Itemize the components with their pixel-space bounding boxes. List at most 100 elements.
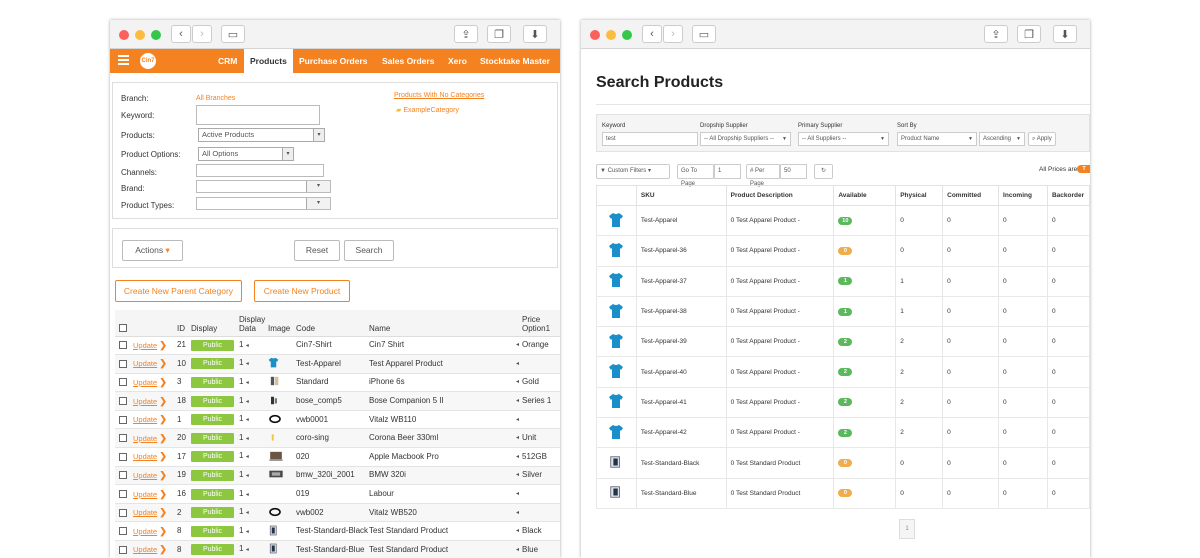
- public-badge[interactable]: Public: [191, 358, 234, 370]
- nav-xero[interactable]: Xero: [448, 49, 467, 73]
- keyword-input[interactable]: [196, 105, 320, 125]
- product-options-select[interactable]: All Options ▾: [198, 147, 294, 161]
- create-parent-category-button[interactable]: Create New Parent Category: [115, 280, 242, 302]
- public-badge[interactable]: Public: [191, 469, 234, 481]
- chevron-right-icon[interactable]: ❯: [159, 451, 167, 461]
- chevron-right-icon[interactable]: ❯: [159, 507, 167, 517]
- create-product-button[interactable]: Create New Product: [254, 280, 350, 302]
- row-checkbox[interactable]: [119, 452, 127, 461]
- search-button[interactable]: Search: [344, 240, 394, 261]
- sku-link[interactable]: Test-Standard-Blue: [635, 477, 727, 509]
- sku-link[interactable]: Test-Apparel-41: [635, 386, 727, 419]
- download-icon[interactable]: ⬇: [1053, 25, 1077, 43]
- update-link[interactable]: Update: [133, 527, 157, 536]
- col-id[interactable]: ID: [177, 310, 191, 337]
- minimize-window-button[interactable]: [135, 30, 145, 40]
- custom-filters-button[interactable]: ▼ Custom Filters ▾: [596, 164, 670, 179]
- update-link[interactable]: Update: [133, 415, 157, 424]
- table-row[interactable]: Update ❯ 1 Public 1 ◂ vwb0001 Vitalz WB110 ◂: [115, 410, 560, 430]
- update-link[interactable]: Update: [133, 471, 157, 480]
- reset-button[interactable]: Reset: [294, 240, 340, 261]
- brand-combo[interactable]: ▾: [196, 180, 331, 193]
- select-all-checkbox[interactable]: [115, 310, 133, 337]
- update-link[interactable]: Update: [133, 490, 157, 499]
- chevron-right-icon[interactable]: ❯: [159, 489, 167, 499]
- col-display[interactable]: Display: [191, 310, 239, 337]
- col-code[interactable]: Code: [296, 310, 369, 337]
- sku-link[interactable]: Test-Apparel-42: [635, 417, 727, 449]
- table-row[interactable]: Update ❯ 18 Public 1 ◂ bose_comp5 Bose Compan…: [115, 391, 560, 411]
- update-link[interactable]: Update: [133, 545, 157, 554]
- primary-supplier-select[interactable]: -- All Suppliers -- ▼: [798, 132, 889, 146]
- forward-icon[interactable]: ›: [192, 25, 212, 43]
- update-link[interactable]: Update: [133, 341, 157, 350]
- col-backorder[interactable]: Backorder: [1046, 185, 1090, 206]
- chevron-right-icon[interactable]: ❯: [159, 526, 167, 536]
- table-row[interactable]: Test-Apparel 0 Test Apparel Product -10 0 0…: [596, 204, 1090, 237]
- branch-value-link[interactable]: All Branches: [196, 95, 235, 102]
- col-sku[interactable]: SKU: [635, 185, 727, 206]
- menu-icon[interactable]: [118, 55, 129, 66]
- sort-direction-select[interactable]: Ascending ▼: [979, 132, 1025, 146]
- share-icon[interactable]: ⇪: [454, 25, 478, 43]
- refresh-icon[interactable]: ↻: [814, 164, 833, 179]
- table-row[interactable]: Test-Standard-Blue 0 Test Standard Produc…: [596, 477, 1090, 509]
- chevron-right-icon[interactable]: ❯: [159, 544, 167, 554]
- pagination-page-1[interactable]: 1: [899, 519, 915, 539]
- row-checkbox[interactable]: [119, 471, 127, 480]
- update-link[interactable]: Update: [133, 434, 157, 443]
- product-types-combo[interactable]: ▾: [196, 197, 331, 210]
- table-row[interactable]: Test-Apparel-42 0 Test Apparel Product -2…: [596, 417, 1090, 449]
- chevron-right-icon[interactable]: ❯: [159, 358, 167, 368]
- tabs-icon[interactable]: ❐: [487, 25, 511, 43]
- public-badge[interactable]: Public: [191, 451, 234, 463]
- apply-button[interactable]: ⌕ Apply: [1028, 132, 1056, 146]
- public-badge[interactable]: Public: [191, 376, 234, 388]
- chevron-right-icon[interactable]: ❯: [159, 470, 167, 480]
- share-icon[interactable]: ⇪: [984, 25, 1008, 43]
- sku-link[interactable]: Test-Standard-Black: [635, 447, 727, 479]
- sku-link[interactable]: Test-Apparel-38: [635, 295, 727, 328]
- chevron-right-icon[interactable]: ❯: [159, 433, 167, 443]
- public-badge[interactable]: Public: [191, 395, 234, 407]
- sku-link[interactable]: Test-Apparel-37: [635, 265, 727, 297]
- nav-purchase-orders[interactable]: Purchase Orders: [299, 49, 368, 73]
- update-link[interactable]: Update: [133, 508, 157, 517]
- keyword-input[interactable]: test: [602, 132, 698, 146]
- cin7-logo[interactable]: Cin7: [140, 53, 156, 69]
- row-checkbox[interactable]: [119, 489, 127, 498]
- zoom-window-button[interactable]: [151, 30, 161, 40]
- col-name[interactable]: Name: [369, 310, 522, 337]
- col-image[interactable]: Image: [268, 310, 296, 337]
- col-available[interactable]: Available: [833, 185, 897, 206]
- table-row[interactable]: Update ❯ 3 Public 1 ◂ Standard iPhone 6s ◂ Gold: [115, 373, 560, 393]
- public-badge[interactable]: Public: [191, 507, 234, 519]
- row-checkbox[interactable]: [119, 359, 127, 368]
- row-checkbox[interactable]: [119, 527, 127, 536]
- row-checkbox[interactable]: [119, 508, 127, 517]
- close-window-button[interactable]: [590, 30, 600, 40]
- public-badge[interactable]: Public: [191, 432, 234, 444]
- table-row[interactable]: Update ❯ 2 Public 1 ◂ vwb002 Vitalz WB520 ◂: [115, 503, 560, 523]
- table-row[interactable]: Test-Apparel-38 0 Test Apparel Product -1…: [596, 295, 1090, 328]
- col-description[interactable]: Product Description: [725, 185, 835, 206]
- update-link[interactable]: Update: [133, 452, 157, 461]
- chevron-down-icon[interactable]: ▾: [306, 198, 330, 209]
- public-badge[interactable]: Public: [191, 414, 234, 426]
- table-row[interactable]: Update ❯ 21 Public 1 ◂ Cin7-Shirt Cin7 Shirt ◂…: [115, 336, 560, 356]
- chevron-right-icon[interactable]: ❯: [159, 414, 167, 424]
- go-to-page-input[interactable]: 1: [714, 164, 741, 179]
- row-checkbox[interactable]: [119, 434, 127, 443]
- dropship-supplier-select[interactable]: -- All Dropship Suppliers -- ▼: [700, 132, 791, 146]
- table-row[interactable]: Test-Apparel-40 0 Test Apparel Product -2…: [596, 356, 1090, 388]
- table-row[interactable]: Update ❯ 8 Public 1 ◂ Test-Standard-Blue Test…: [115, 540, 560, 558]
- col-display-data[interactable]: Display Data: [239, 310, 268, 337]
- sidebar-toggle-icon[interactable]: ▭: [692, 25, 716, 43]
- nav-products[interactable]: Products: [244, 49, 293, 73]
- products-no-categories-link[interactable]: Products With No Categories: [394, 92, 484, 99]
- sidebar-toggle-icon[interactable]: ▭: [221, 25, 245, 43]
- update-link[interactable]: Update: [133, 378, 157, 387]
- nav-stocktake-master[interactable]: Stocktake Master: [480, 49, 550, 73]
- chevron-right-icon[interactable]: ❯: [159, 377, 167, 387]
- public-badge[interactable]: Public: [191, 525, 234, 537]
